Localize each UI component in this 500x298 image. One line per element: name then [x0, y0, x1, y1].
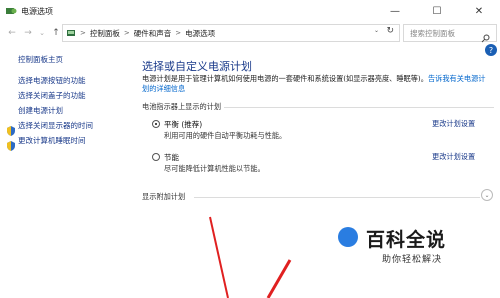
watermark: 百科全说 助你轻松解决	[338, 225, 490, 275]
watermark-logo-icon	[338, 227, 358, 247]
watermark-subtitle: 助你轻松解决	[382, 255, 443, 265]
watermark-title: 百科全说	[366, 229, 447, 251]
power-options-window: 电源选项 — ☐ ✕ ← → ⌄ ↑ > 控制面板 > 硬件和声音 > 电源选项…	[0, 0, 500, 298]
